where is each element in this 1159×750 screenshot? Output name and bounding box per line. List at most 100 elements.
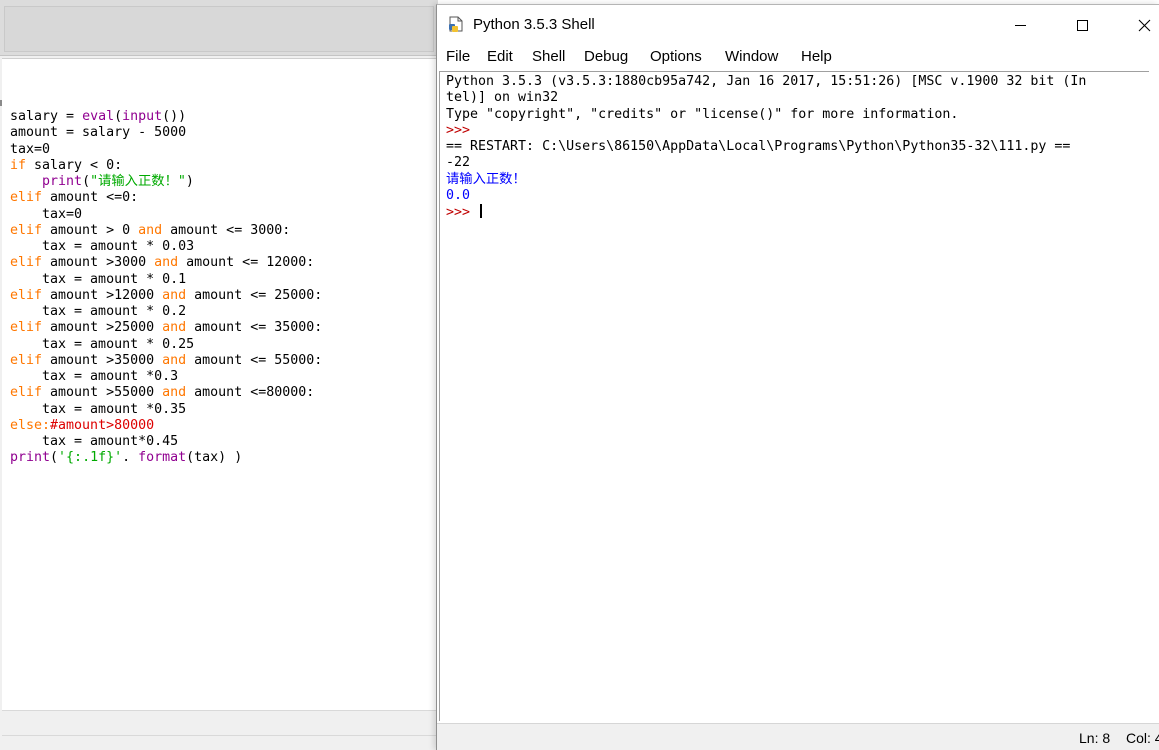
code-token: )	[185, 174, 194, 189]
code-token: elif	[10, 255, 43, 271]
code-token: print	[42, 174, 83, 189]
shell-line: Python 3.5.3 (v3.5.3:1880cb95a742, Jan 1…	[446, 74, 1086, 90]
shell-titlebar[interactable]: Python 3.5.3 Shell	[437, 5, 1159, 45]
shell-line: >>>	[446, 204, 1086, 221]
code-line: tax = amount * 0.1	[10, 272, 322, 288]
code-token: tax = amount *0.3	[10, 369, 179, 384]
shell-line: >>>	[446, 123, 1086, 139]
code-token: Type "copyright", "credits" or "license(…	[446, 106, 959, 122]
code-token: amount > 0	[42, 222, 139, 238]
code-token: elif	[10, 222, 43, 238]
code-line: tax = amount * 0.25	[10, 337, 322, 353]
code-token: (	[114, 109, 123, 124]
editor-title-area	[0, 0, 438, 56]
code-token: (	[82, 174, 91, 189]
code-token: elif	[10, 287, 43, 303]
code-line: elif amount > 0 and amount <= 3000:	[10, 223, 322, 239]
shell-line: -22	[446, 155, 1086, 171]
editor-code[interactable]: salary = eval(input()) amount = salary - …	[10, 109, 322, 467]
code-line: tax = amount * 0.03	[10, 239, 322, 255]
shell-text[interactable]: Python 3.5.3 (v3.5.3:1880cb95a742, Jan 1…	[446, 74, 1086, 221]
menu-shell[interactable]: Shell	[531, 48, 566, 65]
minimize-icon	[1014, 24, 1026, 26]
code-token: #amount>80000	[50, 417, 155, 433]
code-line: elif amount <=0:	[10, 190, 322, 206]
code-token: amount <= 35000:	[186, 320, 323, 336]
menu-file[interactable]: File	[445, 48, 471, 65]
code-token: amount <=0:	[42, 190, 139, 206]
shell-menubar: File Edit Shell Debug Options Window Hel…	[437, 45, 1159, 71]
code-token: .	[122, 450, 139, 466]
code-line: elif amount >12000 and amount <= 25000:	[10, 288, 322, 304]
code-token: amount >12000	[42, 287, 163, 303]
code-line: if salary < 0:	[10, 158, 322, 174]
code-token: amount >25000	[42, 320, 163, 336]
close-button[interactable]	[1121, 5, 1159, 45]
code-token: and	[162, 385, 187, 401]
code-token: amount <= 3000:	[162, 222, 291, 238]
code-line: tax = amount *0.35	[10, 402, 322, 418]
code-token: amount >55000	[42, 385, 163, 401]
code-line: else:#amount>80000	[10, 418, 322, 434]
menu-edit[interactable]: Edit	[486, 48, 514, 65]
code-token: Python 3.5.3 (v3.5.3:1880cb95a742, Jan 1…	[446, 74, 1087, 89]
code-token: amount >3000	[42, 255, 155, 271]
code-token: format	[138, 450, 187, 466]
editor-text-area[interactable]: salary = eval(input()) amount = salary - …	[2, 58, 436, 710]
code-line: elif amount >3000 and amount <= 12000:	[10, 255, 322, 271]
code-line: elif amount >35000 and amount <= 55000:	[10, 353, 322, 369]
maximize-button[interactable]	[1059, 5, 1105, 45]
code-token: 请输入正数！	[446, 171, 526, 187]
code-token: salary < 0:	[26, 157, 123, 173]
code-token: amount = salary - 5000	[10, 125, 187, 141]
menu-help[interactable]: Help	[800, 48, 833, 65]
code-token: elif	[10, 320, 43, 336]
code-line: tax = amount * 0.2	[10, 304, 322, 320]
code-token: tax = amount * 0.25	[10, 336, 195, 352]
status-column-number: Col: 4	[1126, 730, 1159, 746]
code-token: == RESTART: C:\Users\86150\AppData\Local…	[446, 139, 1071, 154]
menu-options[interactable]: Options	[649, 48, 703, 65]
maximize-icon	[1076, 19, 1088, 31]
text-cursor	[480, 204, 483, 218]
shell-line: 0.0	[446, 188, 1086, 204]
code-token: tax = amount *0.35	[10, 401, 187, 417]
status-line-number: Ln: 8	[1079, 730, 1111, 746]
code-token: (	[50, 450, 59, 466]
code-token: -22	[446, 155, 471, 171]
code-token: amount <= 12000:	[178, 255, 315, 271]
code-token: 0.0	[446, 187, 471, 203]
code-line: elif amount >55000 and amount <=80000:	[10, 385, 322, 401]
code-token: amount <= 25000:	[186, 287, 323, 303]
code-token: >>>	[446, 205, 479, 220]
code-line: tax = amount *0.3	[10, 369, 322, 385]
editor-toolbar-placeholder	[4, 6, 434, 52]
minimize-button[interactable]	[997, 5, 1043, 45]
code-token: amount >35000	[42, 352, 163, 368]
editor-window: salary = eval(input()) amount = salary - …	[0, 0, 438, 750]
code-token: elif	[10, 352, 43, 368]
shell-output-area[interactable]: Python 3.5.3 (v3.5.3:1880cb95a742, Jan 1…	[439, 71, 1149, 721]
menu-debug[interactable]: Debug	[583, 48, 629, 65]
code-token: >>>	[446, 122, 479, 138]
code-token: and	[162, 320, 187, 336]
python-idle-icon	[449, 16, 463, 32]
code-token: and	[138, 222, 163, 238]
code-line: tax=0	[10, 207, 322, 223]
code-token: and	[162, 352, 187, 368]
shell-line: Type "copyright", "credits" or "license(…	[446, 107, 1086, 123]
shell-line: 请输入正数！	[446, 172, 1086, 188]
code-token: "请输入正数！"	[90, 174, 186, 189]
code-token: tax = amount * 0.03	[10, 239, 195, 254]
code-token: if	[10, 157, 27, 173]
code-line: elif amount >25000 and amount <= 35000:	[10, 320, 322, 336]
code-token: tel)] on win32	[446, 90, 559, 106]
code-line: print("请输入正数！")	[10, 174, 322, 190]
code-token: '{:.1f}'	[58, 450, 123, 466]
code-token: ())	[162, 109, 187, 124]
code-token: elif	[10, 190, 43, 206]
menu-window[interactable]: Window	[724, 48, 779, 65]
shell-line: == RESTART: C:\Users\86150\AppData\Local…	[446, 139, 1086, 155]
code-token: amount <=80000:	[186, 385, 315, 401]
